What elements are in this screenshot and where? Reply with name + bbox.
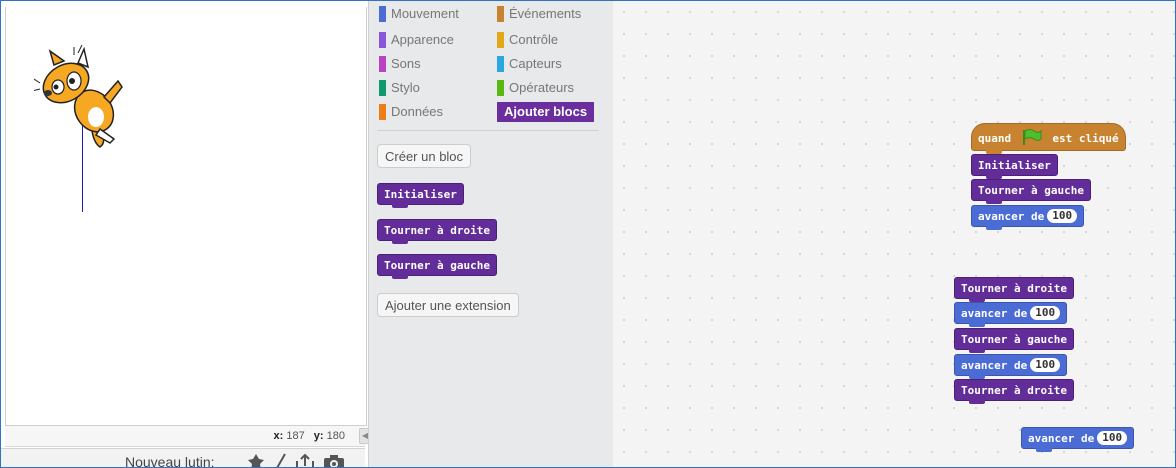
category-more-blocks-label: Ajouter blocs (504, 104, 588, 119)
category-sensing-label: Capteurs (509, 56, 562, 71)
move-label: avancer de (978, 210, 1045, 223)
operators-swatch (497, 80, 504, 96)
category-control[interactable]: Contrôle (497, 31, 558, 49)
category-motion[interactable]: Mouvement (379, 5, 459, 23)
script-block-turn-left[interactable]: Tourner à gauche (954, 328, 1074, 353)
steps-input[interactable]: 100 (1030, 358, 1061, 372)
x-value: 187 (286, 430, 305, 442)
new-sprite-label: Nouveau lutin: (125, 454, 215, 468)
data-swatch (379, 104, 386, 120)
paint-brush-icon[interactable] (273, 453, 287, 468)
category-operators-label: Opérateurs (509, 80, 575, 95)
mouse-coordinates: x: 187 y: 180 ◀ (5, 426, 371, 447)
script-block-move[interactable]: avancer de 100 (954, 354, 1068, 379)
sensing-swatch (497, 56, 504, 72)
pen-swatch (379, 80, 386, 96)
move-label: avancer de (1028, 432, 1095, 445)
script-block-initialiser[interactable]: Initialiser (971, 154, 1058, 179)
y-value: 180 (326, 430, 345, 442)
category-pen[interactable]: Stylo (379, 79, 420, 97)
category-sound[interactable]: Sons (379, 55, 421, 73)
cat-sprite[interactable] (34, 43, 124, 153)
hat-clicked-label: est cliqué (1052, 132, 1119, 145)
category-data-label: Données (391, 104, 444, 119)
script-block-turn-right[interactable]: Tourner à droite (954, 379, 1074, 404)
green-flag-icon (1022, 129, 1042, 145)
script-block-turn-left[interactable]: Tourner à gauche (971, 179, 1091, 204)
steps-input[interactable]: 100 (1097, 431, 1128, 445)
move-label: avancer de (961, 359, 1028, 372)
new-sprite-bar: Nouveau lutin: (1, 448, 365, 468)
category-sound-label: Sons (391, 56, 421, 71)
category-looks[interactable]: Apparence (379, 31, 454, 49)
library-sprite-icon[interactable] (247, 453, 265, 468)
looks-swatch (379, 32, 386, 48)
when-flag-clicked-hat-block[interactable]: quand est cliqué (971, 123, 1126, 154)
events-swatch (497, 6, 504, 22)
script-block-move[interactable]: avancer de 100 (971, 205, 1085, 230)
camera-icon[interactable] (323, 453, 345, 468)
scratch-editor: x: 187 y: 180 ◀ Nouveau lutin: Mouvement… (0, 0, 1176, 468)
category-sensing[interactable]: Capteurs (497, 55, 562, 73)
category-motion-label: Mouvement (391, 6, 459, 21)
palette-block-turn-left[interactable]: Tourner à gauche (377, 254, 497, 279)
steps-input[interactable]: 100 (1030, 306, 1061, 320)
script-block-turn-right[interactable]: Tourner à droite (954, 277, 1074, 302)
y-label: y: (313, 430, 324, 442)
category-events-label: Événements (509, 6, 582, 21)
upload-icon[interactable] (295, 453, 315, 468)
category-control-label: Contrôle (509, 32, 559, 47)
block-palette: Mouvement Événements Apparence Contrôle … (368, 1, 614, 467)
add-extension-button[interactable]: Ajouter une extension (377, 293, 519, 317)
stage[interactable] (5, 7, 367, 426)
category-events[interactable]: Événements (497, 5, 581, 23)
x-label: x: (273, 430, 284, 442)
category-operators[interactable]: Opérateurs (497, 79, 574, 97)
steps-input[interactable]: 100 (1047, 209, 1078, 223)
scripts-area[interactable]: quand est cliqué Initialiser Tourner à g… (613, 1, 1175, 467)
control-swatch (497, 32, 504, 48)
category-looks-label: Apparence (391, 32, 454, 47)
category-pen-label: Stylo (391, 80, 420, 95)
category-more-blocks[interactable]: Ajouter blocs (497, 102, 595, 122)
script-block-move[interactable]: avancer de 100 (954, 302, 1068, 327)
hat-when-label: quand (978, 132, 1012, 145)
script-block-move[interactable]: avancer de 100 (1021, 427, 1135, 452)
palette-block-initialiser[interactable]: Initialiser (377, 183, 464, 208)
motion-swatch (379, 6, 386, 22)
category-data[interactable]: Données (379, 103, 443, 121)
palette-block-turn-right[interactable]: Tourner à droite (377, 219, 497, 244)
move-label: avancer de (961, 307, 1028, 320)
sound-swatch (379, 56, 386, 72)
palette-divider (377, 130, 599, 131)
make-block-button[interactable]: Créer un bloc (377, 144, 472, 168)
